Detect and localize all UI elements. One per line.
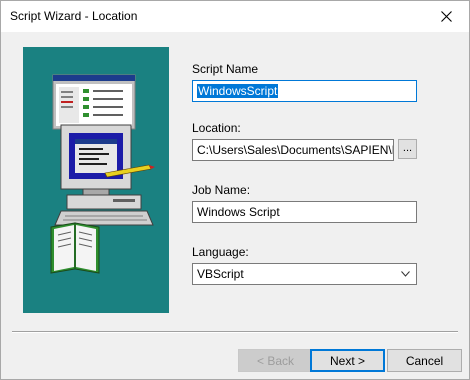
script-name-input[interactable]: WindowsScript (192, 80, 417, 102)
script-name-label: Script Name (192, 62, 259, 76)
job-name-input[interactable]: Windows Script (192, 201, 417, 223)
window-title: Script Wizard - Location (10, 9, 138, 23)
wizard-illustration (23, 47, 169, 313)
chevron-down-icon (401, 271, 410, 277)
close-button[interactable] (423, 1, 469, 32)
job-name-value: Windows Script (197, 205, 280, 219)
script-name-value: WindowsScript (197, 84, 279, 98)
browse-button[interactable]: ... (398, 139, 417, 159)
computer-with-book-illustration (50, 74, 155, 274)
location-value: C:\Users\Sales\Documents\SAPIEN\Prima (197, 143, 393, 157)
job-name-label: Job Name: (192, 183, 251, 197)
language-select[interactable]: VBScript (192, 263, 417, 285)
back-button[interactable]: < Back (238, 349, 313, 372)
title-bar: Script Wizard - Location (1, 1, 469, 32)
language-value: VBScript (197, 267, 244, 281)
location-input[interactable]: C:\Users\Sales\Documents\SAPIEN\Prima (192, 139, 394, 161)
language-label: Language: (192, 245, 249, 259)
next-button[interactable]: Next > (310, 349, 385, 372)
script-wizard-dialog: Script Wizard - Location Script Name Win… (0, 0, 470, 380)
location-label: Location: (192, 121, 241, 135)
button-separator (12, 331, 458, 333)
cancel-button[interactable]: Cancel (387, 349, 462, 372)
close-icon (440, 11, 452, 22)
